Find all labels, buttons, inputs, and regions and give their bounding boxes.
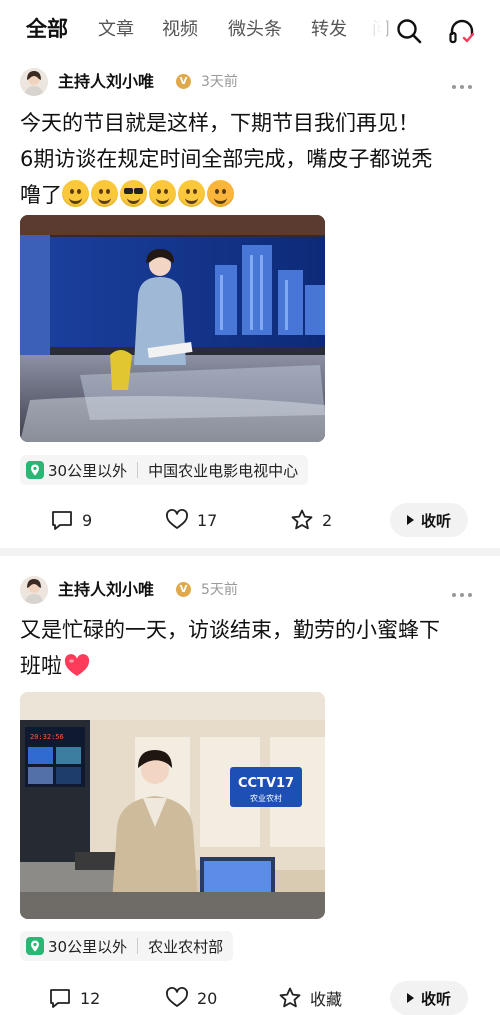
- heart-icon: [166, 987, 188, 1007]
- tab-all[interactable]: 全部: [26, 15, 68, 43]
- avatar[interactable]: [20, 576, 48, 604]
- location-name: 中国农业电影电视中心: [148, 461, 299, 480]
- smile-emoji: [91, 180, 118, 207]
- verified-badge-icon: V: [176, 582, 191, 597]
- star-icon: [279, 987, 301, 1008]
- studio-logo-bottom: 农业农村: [250, 793, 282, 803]
- location-separator: [137, 938, 139, 954]
- tab-fade-overlay: [362, 10, 386, 50]
- location-pin-icon: [26, 461, 44, 479]
- top-tab-bar: 全部 文章 视频 微头条 转发 问: [0, 0, 500, 60]
- search-icon[interactable]: [394, 16, 424, 46]
- star-icon: [291, 509, 313, 530]
- tab-reposts[interactable]: 转发: [311, 16, 347, 44]
- listen-label: 收听: [420, 511, 451, 530]
- post-text-line-end: 噜了: [20, 183, 62, 207]
- more-options-icon[interactable]: [450, 77, 474, 89]
- thinking-emoji: [149, 180, 176, 207]
- post-text-line: 6期访谈在规定时间全部完成，嘴皮子都说秃: [20, 147, 433, 171]
- author-name[interactable]: 主持人刘小唯: [58, 71, 154, 93]
- favorite-label: 收藏: [310, 990, 343, 1009]
- comment-button[interactable]: 9: [50, 508, 92, 532]
- like-button[interactable]: 17: [165, 508, 217, 532]
- location-distance: 30公里以外: [48, 937, 128, 956]
- sunglasses-emoji: [120, 180, 147, 207]
- post-text-line: 班啦: [20, 648, 482, 684]
- monitor-clock: 20:32:56: [30, 733, 64, 741]
- favorite-button[interactable]: 2: [290, 508, 332, 532]
- like-count: 20: [197, 988, 218, 1008]
- location-distance: 30公里以外: [48, 461, 128, 480]
- like-button[interactable]: 20: [165, 986, 217, 1010]
- post-text-line: 噜了: [20, 177, 482, 213]
- location-tag[interactable]: 30公里以外 农业农村部: [20, 931, 234, 961]
- favorite-button[interactable]: 收藏: [278, 986, 342, 1010]
- post-text[interactable]: 又是忙碌的一天，访谈结束，勤劳的小蜜蜂下 班啦: [20, 612, 482, 684]
- play-icon: [406, 515, 414, 525]
- post-time: 3天前: [201, 74, 238, 90]
- post-photo-news-studio[interactable]: [20, 215, 325, 442]
- play-icon: [406, 993, 414, 1003]
- comment-count: 12: [80, 988, 101, 1008]
- post-text-line-end: 班啦: [20, 654, 62, 678]
- listen-label: 收听: [420, 989, 451, 1008]
- tab-videos[interactable]: 视频: [162, 16, 198, 44]
- post-divider: [0, 548, 500, 556]
- comment-icon: [50, 989, 70, 1008]
- star-struck-emoji: [207, 180, 234, 207]
- heart-icon: [166, 509, 188, 529]
- like-count: 17: [197, 510, 218, 530]
- post-photo-tv-studio[interactable]: CCTV17 农业农村 20:32:56: [20, 692, 325, 919]
- tab-micro-headlines[interactable]: 微头条: [228, 16, 282, 44]
- smirk-emoji: [178, 180, 205, 207]
- post-text-line: 又是忙碌的一天，访谈结束，勤劳的小蜜蜂下: [20, 618, 440, 642]
- verified-badge-icon: V: [176, 74, 191, 89]
- post-text-line: 今天的节目就是这样，下期节目我们再见！: [20, 111, 419, 135]
- location-pin-icon: [26, 937, 44, 955]
- heart-emoji: [64, 654, 90, 676]
- post-time: 5天前: [201, 582, 238, 598]
- location-name: 农业农村部: [148, 937, 224, 956]
- comment-icon: [52, 511, 72, 530]
- more-options-icon[interactable]: [450, 585, 474, 597]
- author-name[interactable]: 主持人刘小唯: [58, 579, 154, 601]
- grin-emoji: [62, 180, 89, 207]
- headphones-icon[interactable]: [447, 16, 477, 46]
- comment-count: 9: [82, 510, 93, 530]
- location-tag[interactable]: 30公里以外 中国农业电影电视中心: [20, 455, 309, 485]
- listen-button[interactable]: 收听: [390, 981, 468, 1015]
- location-separator: [137, 462, 139, 478]
- comment-button[interactable]: 12: [48, 986, 100, 1010]
- avatar[interactable]: [20, 68, 48, 96]
- listen-button[interactable]: 收听: [390, 503, 468, 537]
- post-text[interactable]: 今天的节目就是这样，下期节目我们再见！ 6期访谈在规定时间全部完成，嘴皮子都说秃…: [20, 105, 482, 213]
- favorite-count: 2: [322, 510, 333, 530]
- studio-logo-top: CCTV17: [238, 776, 294, 791]
- tab-articles[interactable]: 文章: [98, 16, 134, 44]
